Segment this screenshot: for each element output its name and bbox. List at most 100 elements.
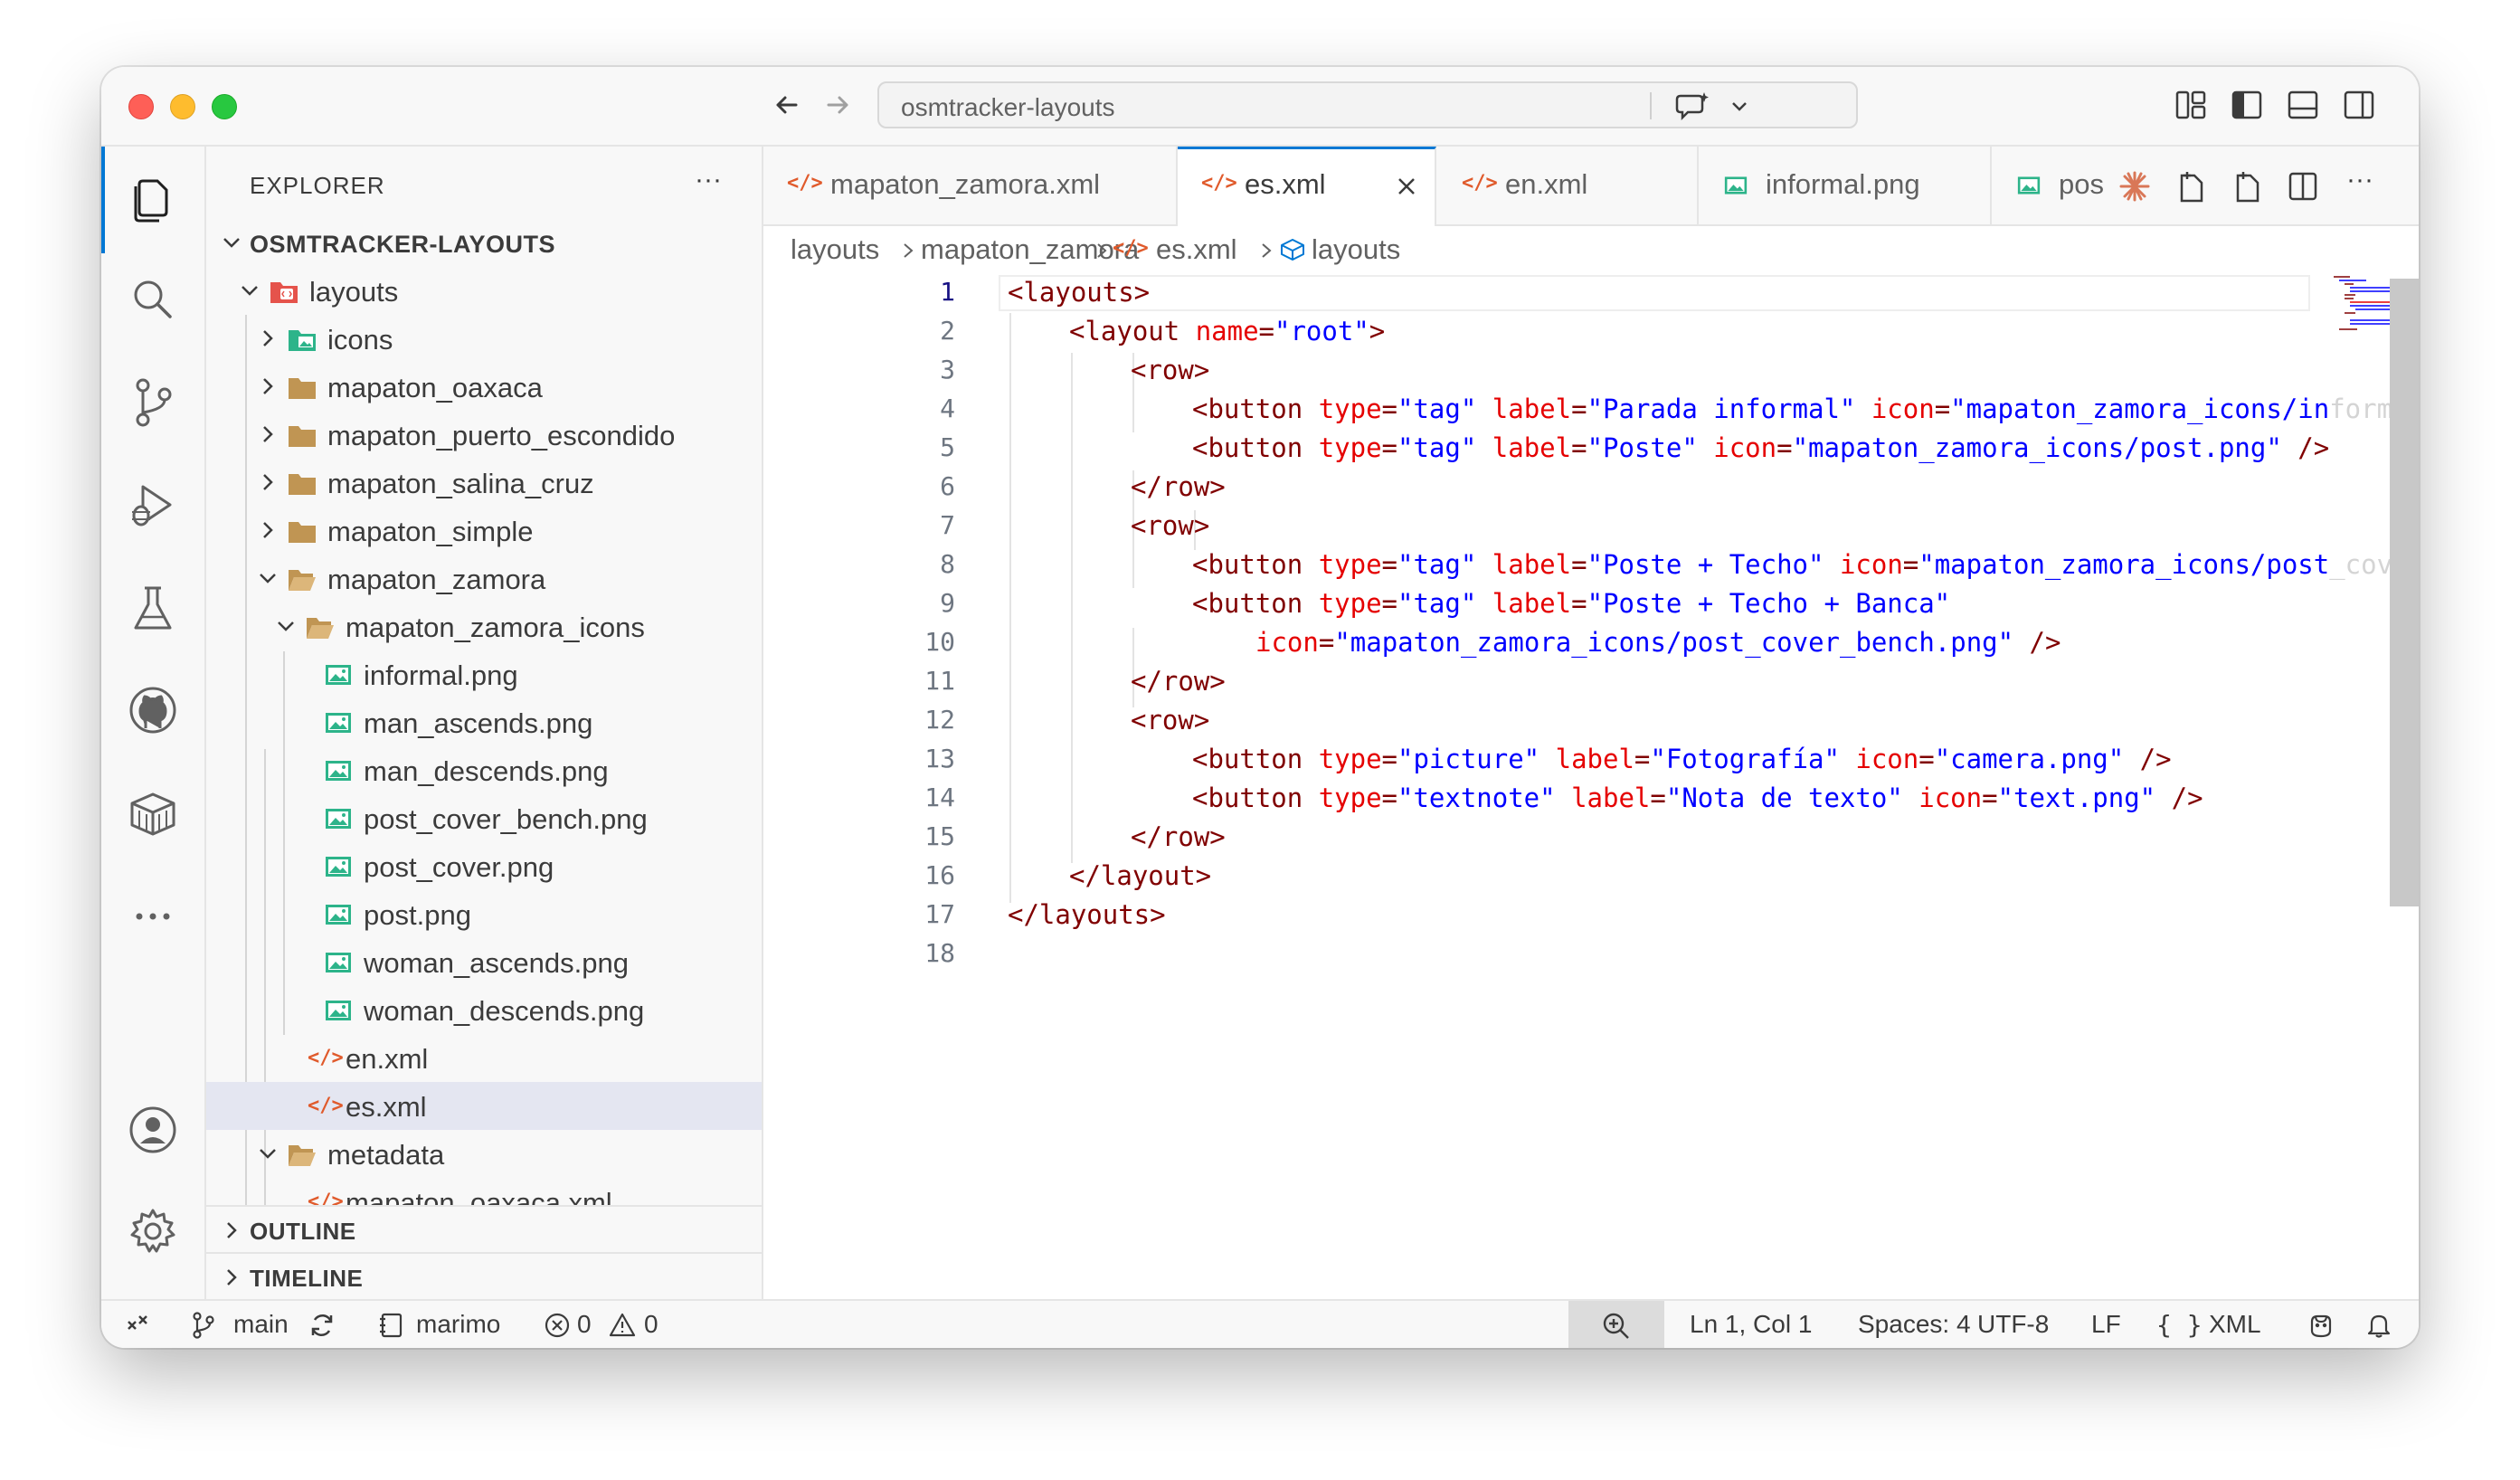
tree-file-post-png[interactable]: post.png bbox=[206, 890, 762, 938]
remote-explorer-icon[interactable] bbox=[123, 783, 183, 843]
tree-file-post-cover-png[interactable]: post_cover.png bbox=[206, 842, 762, 890]
code-editor[interactable]: 1 2 3 4 5 6 7 8 9 10 11 12 13 14 15 16 1… bbox=[763, 273, 2419, 1299]
kernel-label[interactable]: marimo bbox=[416, 1310, 500, 1339]
tree-folder-mapaton-puerto-escondido[interactable]: mapaton_puerto_escondido bbox=[206, 411, 762, 459]
open-changes-alt-icon[interactable] bbox=[2231, 168, 2263, 204]
line-number: 10 bbox=[924, 627, 955, 657]
xml-file-icon: </> bbox=[1201, 172, 1237, 194]
chevron-down-icon[interactable] bbox=[1729, 96, 1749, 116]
zoom-indicator[interactable] bbox=[1568, 1301, 1664, 1348]
image-file-icon bbox=[326, 809, 351, 829]
claude-spark-icon[interactable] bbox=[2118, 170, 2151, 203]
encoding-setting[interactable]: UTF-8 bbox=[1977, 1310, 2049, 1339]
tree-file-woman-descends-png[interactable]: woman_descends.png bbox=[206, 986, 762, 1034]
tree-file-es-xml[interactable]: </> es.xml bbox=[206, 1082, 762, 1130]
current-line-highlight bbox=[999, 275, 2310, 311]
eol-setting[interactable]: LF bbox=[2091, 1310, 2121, 1339]
breadcrumb-item[interactable]: es.xml bbox=[1156, 233, 1237, 266]
copilot-chat-icon[interactable] bbox=[1675, 90, 1710, 121]
breadcrumb-item[interactable]: layouts bbox=[791, 233, 879, 266]
testing-beaker-icon[interactable] bbox=[123, 579, 183, 639]
zoom-in-icon bbox=[1603, 1313, 1629, 1339]
tree-folder-mapaton-salina-cruz[interactable]: mapaton_salina_cruz bbox=[206, 459, 762, 507]
chevron-down-icon bbox=[278, 621, 294, 631]
tree-folder-metadata[interactable]: metadata bbox=[206, 1130, 762, 1178]
search-icon[interactable] bbox=[123, 270, 183, 329]
tree-file-informal-png[interactable]: informal.png bbox=[206, 650, 762, 698]
tree-file-man-ascends-png[interactable]: man_ascends.png bbox=[206, 698, 762, 746]
forward-arrow-icon[interactable] bbox=[819, 87, 856, 123]
tree-file-en-xml[interactable]: </> en.xml bbox=[206, 1034, 762, 1082]
error-icon[interactable] bbox=[543, 1311, 572, 1340]
open-changes-icon[interactable] bbox=[2174, 168, 2207, 204]
breadcrumb-item[interactable]: layouts bbox=[1312, 233, 1400, 266]
close-window-button[interactable] bbox=[128, 94, 154, 119]
line-number: 9 bbox=[940, 588, 955, 618]
toggle-panel-icon[interactable] bbox=[2285, 87, 2321, 123]
copilot-icon[interactable] bbox=[2307, 1311, 2335, 1340]
tab-mapaton-zamora-xml[interactable]: </> mapaton_zamora.xml bbox=[763, 147, 1178, 224]
notebook-kernel-icon[interactable] bbox=[376, 1311, 405, 1340]
run-and-debug-icon[interactable] bbox=[123, 476, 183, 536]
tree-folder-mapaton-zamora[interactable]: mapaton_zamora bbox=[206, 555, 762, 602]
tab-pos-truncated[interactable]: pos ··· bbox=[1992, 147, 2419, 224]
tab-en-xml[interactable]: </> en.xml bbox=[1438, 147, 1699, 224]
explorer-more-actions-icon[interactable]: ··· bbox=[695, 165, 722, 195]
language-mode[interactable]: XML bbox=[2209, 1310, 2261, 1339]
warning-icon[interactable] bbox=[608, 1311, 637, 1340]
maximize-window-button[interactable] bbox=[212, 94, 237, 119]
line-number: 12 bbox=[924, 705, 955, 735]
minimize-window-button[interactable] bbox=[170, 94, 195, 119]
tree-folder-mapaton-simple[interactable]: mapaton_simple bbox=[206, 507, 762, 555]
tree-file-post-cover-bench-png[interactable]: post_cover_bench.png bbox=[206, 794, 762, 842]
explorer-files-icon[interactable] bbox=[123, 168, 183, 228]
vertical-scrollbar[interactable] bbox=[2390, 279, 2419, 906]
branch-icon[interactable] bbox=[188, 1311, 217, 1340]
close-tab-icon[interactable] bbox=[1395, 175, 1418, 198]
toggle-secondary-sidebar-icon[interactable] bbox=[2341, 87, 2377, 123]
editor-more-actions-icon[interactable]: ··· bbox=[2346, 165, 2373, 195]
tree-file-woman-ascends-png[interactable]: woman_ascends.png bbox=[206, 938, 762, 986]
timeline-label: TIMELINE bbox=[250, 1265, 364, 1292]
tab-es-xml[interactable]: </> es.xml bbox=[1178, 147, 1436, 226]
editor-tab-bar: </> mapaton_zamora.xml </> es.xml </> en… bbox=[763, 147, 2419, 226]
tab-informal-png[interactable]: informal.png bbox=[1699, 147, 1992, 224]
more-ellipsis-icon[interactable] bbox=[123, 887, 183, 946]
chevron-right-icon bbox=[1262, 243, 1272, 258]
image-file-icon bbox=[326, 665, 351, 685]
sync-icon[interactable] bbox=[308, 1311, 336, 1340]
source-control-icon[interactable] bbox=[123, 373, 183, 432]
line-number: 16 bbox=[924, 860, 955, 890]
tree-item-label: en.xml bbox=[346, 1043, 429, 1075]
accounts-icon[interactable] bbox=[123, 1100, 183, 1160]
tree-folder-layouts[interactable]: layouts bbox=[206, 267, 762, 315]
tree-folder-mapaton-oaxaca[interactable]: mapaton_oaxaca bbox=[206, 363, 762, 411]
folder-open-icon bbox=[307, 618, 334, 639]
image-file-icon bbox=[326, 905, 351, 925]
error-count[interactable]: 0 bbox=[577, 1310, 592, 1339]
tree-item-label: man_ascends.png bbox=[364, 707, 593, 739]
code-line-11: </row> bbox=[1131, 666, 1226, 697]
timeline-section-header[interactable]: TIMELINE bbox=[206, 1252, 762, 1299]
split-editor-icon[interactable] bbox=[2287, 170, 2319, 203]
chevron-down-icon bbox=[242, 286, 258, 296]
remote-indicator-icon[interactable] bbox=[123, 1311, 152, 1340]
command-center-search[interactable]: osmtracker-layouts bbox=[877, 81, 1858, 128]
warning-count[interactable]: 0 bbox=[644, 1310, 658, 1339]
manage-gear-icon[interactable] bbox=[123, 1201, 183, 1261]
tree-folder-icons[interactable]: icons bbox=[206, 315, 762, 363]
image-file-icon bbox=[1724, 176, 1748, 194]
back-arrow-icon[interactable] bbox=[769, 87, 805, 123]
cursor-position[interactable]: Ln 1, Col 1 bbox=[1690, 1310, 1812, 1339]
github-icon[interactable] bbox=[123, 680, 183, 740]
notifications-bell-icon[interactable] bbox=[2364, 1311, 2393, 1340]
tree-file-man-descends-png[interactable]: man_descends.png bbox=[206, 746, 762, 794]
toggle-primary-sidebar-icon[interactable] bbox=[2229, 87, 2265, 123]
indentation-setting[interactable]: Spaces: 4 bbox=[1858, 1310, 1971, 1339]
workspace-root[interactable]: OSMTRACKER-LAYOUTS bbox=[206, 219, 762, 267]
tree-folder-mapaton-zamora-icons[interactable]: mapaton_zamora_icons bbox=[206, 602, 762, 650]
customize-layout-icon[interactable] bbox=[2173, 87, 2209, 123]
branch-label[interactable]: main bbox=[233, 1310, 289, 1339]
chevron-down-icon bbox=[223, 238, 240, 248]
outline-section-header[interactable]: OUTLINE bbox=[206, 1205, 762, 1254]
